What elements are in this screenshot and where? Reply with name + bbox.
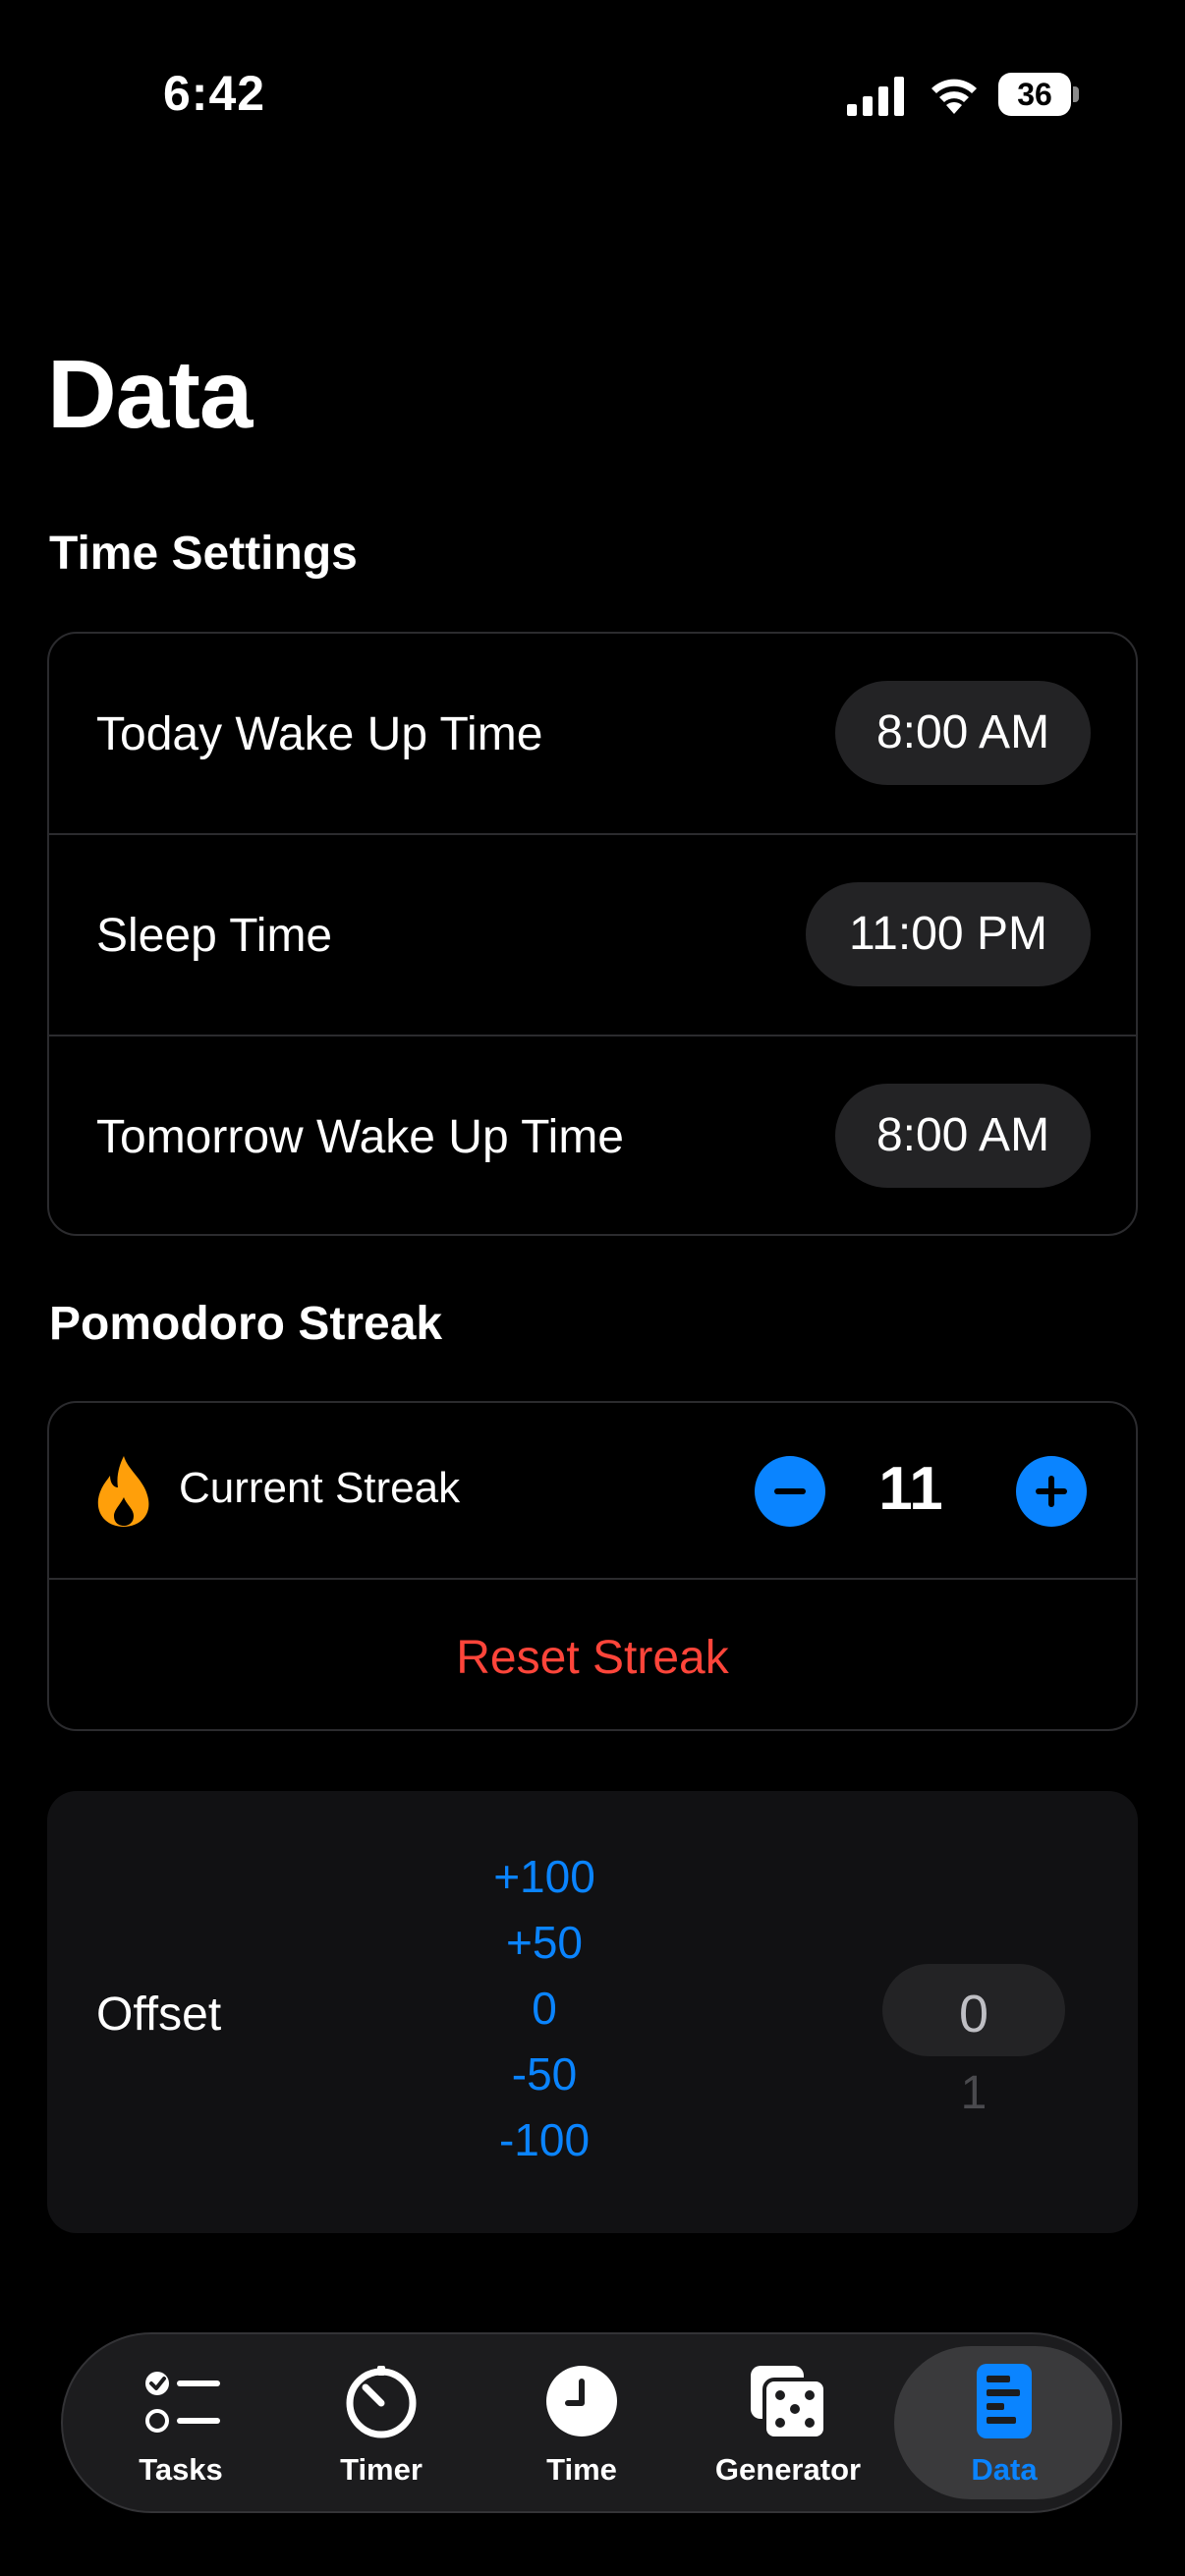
tomorrow-wake-up-row[interactable]: Tomorrow Wake Up Time 8:00 AM	[49, 1036, 1136, 1237]
time-settings-header: Time Settings	[49, 528, 358, 580]
reset-streak-button[interactable]: Reset Streak	[49, 1631, 1136, 1685]
tab-timer-label: Timer	[340, 2452, 423, 2487]
today-wake-up-label: Today Wake Up Time	[96, 708, 543, 760]
tab-generator[interactable]: Generator	[690, 2334, 886, 2511]
tab-generator-label: Generator	[714, 2452, 862, 2487]
offset-picker-selected: 0	[958, 1985, 989, 2044]
wifi-icon	[931, 79, 977, 114]
increment-streak-button[interactable]	[1016, 1456, 1087, 1527]
reset-streak-row[interactable]: Reset Streak	[49, 1580, 1136, 1731]
current-streak-row: Current Streak 11	[49, 1403, 1136, 1578]
clock-icon	[546, 2366, 617, 2436]
battery-level: 36	[1017, 77, 1052, 112]
offset-option-minus-50[interactable]: -50	[446, 2047, 643, 2100]
offset-picker-wheel[interactable]: 0	[882, 1964, 1065, 2056]
status-time: 6:42	[163, 66, 266, 121]
sleep-time-picker[interactable]: 11:00 PM	[806, 882, 1091, 986]
offset-option-minus-100[interactable]: -100	[446, 2113, 643, 2166]
tomorrow-wake-up-label: Tomorrow Wake Up Time	[96, 1111, 624, 1163]
current-streak-label: Current Streak	[179, 1464, 461, 1512]
today-wake-up-row[interactable]: Today Wake Up Time 8:00 AM	[49, 634, 1136, 834]
pomodoro-streak-header: Pomodoro Streak	[49, 1298, 443, 1350]
offset-option-plus-100[interactable]: +100	[446, 1850, 643, 1903]
tab-data[interactable]: Data	[906, 2334, 1102, 2511]
timer-icon	[346, 2366, 417, 2438]
tomorrow-wake-up-time-picker[interactable]: 8:00 AM	[835, 1084, 1091, 1188]
today-wake-up-time-picker[interactable]: 8:00 AM	[835, 681, 1091, 785]
decrement-streak-button[interactable]	[755, 1456, 825, 1527]
chart-icon	[977, 2364, 1032, 2438]
streak-card: Current Streak 11 Reset Streak	[47, 1401, 1138, 1731]
page-title: Data	[47, 340, 253, 448]
tab-time-label: Time	[546, 2452, 617, 2487]
time-settings-card: Today Wake Up Time 8:00 AM Sleep Time 11…	[47, 632, 1138, 1236]
sleep-time-row[interactable]: Sleep Time 11:00 PM	[49, 835, 1136, 1036]
tab-bar: Tasks Timer Time Generator Data	[61, 2332, 1122, 2513]
flame-icon	[97, 1456, 149, 1527]
dice-icon	[751, 2366, 827, 2440]
offset-option-plus-50[interactable]: +50	[446, 1916, 643, 1969]
tab-tasks-label: Tasks	[139, 2452, 223, 2487]
tab-timer[interactable]: Timer	[283, 2334, 480, 2511]
offset-label: Offset	[96, 1988, 222, 2041]
offset-card: Offset +100 +50 0 -50 -100 0 1	[47, 1791, 1138, 2233]
tab-tasks[interactable]: Tasks	[83, 2334, 279, 2511]
sleep-time-label: Sleep Time	[96, 910, 333, 962]
tab-time[interactable]: Time	[483, 2334, 680, 2511]
checklist-icon	[145, 2372, 220, 2433]
offset-picker-next: 1	[960, 2067, 988, 2119]
offset-option-zero[interactable]: 0	[446, 1982, 643, 2035]
battery-icon: 36	[998, 73, 1079, 116]
current-streak-value: 11	[878, 1455, 943, 1523]
tab-data-label: Data	[971, 2452, 1038, 2487]
cellular-signal-icon	[847, 77, 904, 116]
